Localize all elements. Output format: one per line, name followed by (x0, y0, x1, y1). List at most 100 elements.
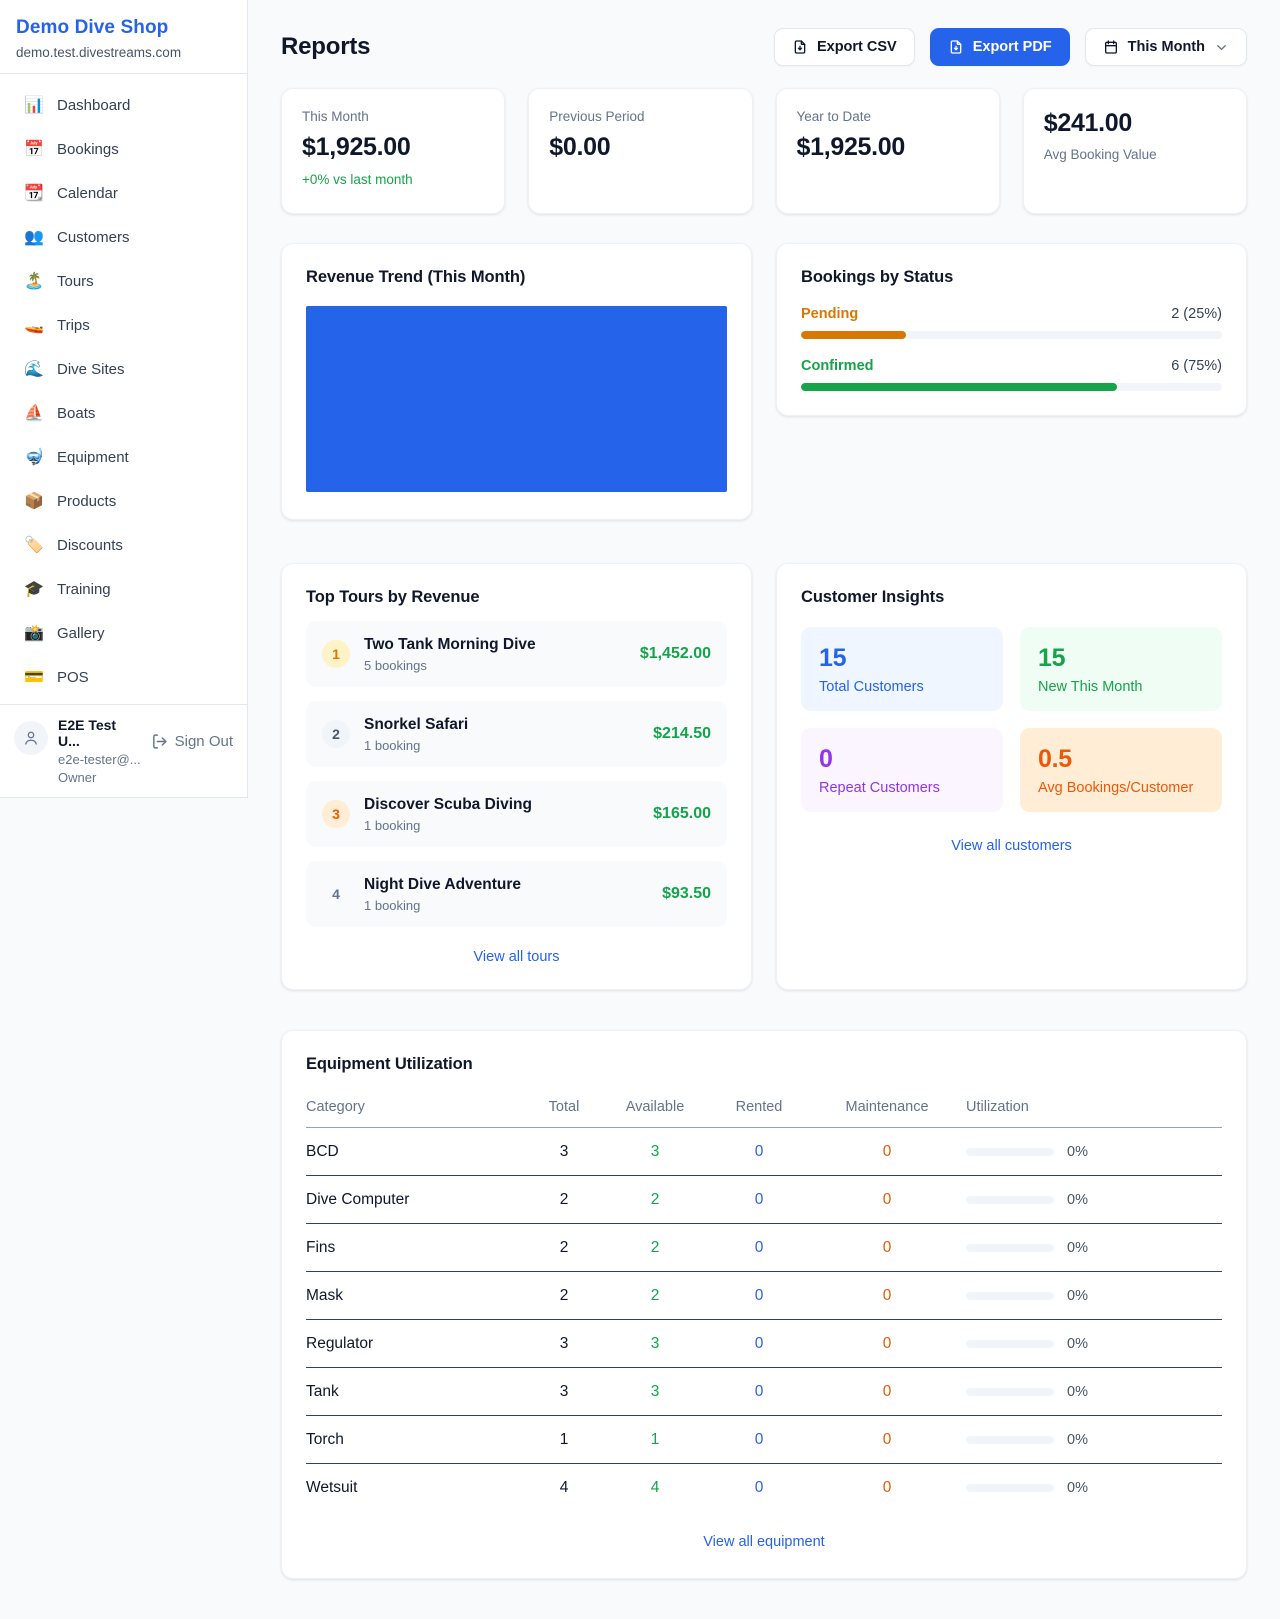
tour-item-night-dive-adventure: 4 Night Dive Adventure 1 booking $93.50 (306, 861, 727, 927)
utilization-bar-track (966, 1436, 1054, 1444)
equipment-maintenance: 0 (808, 1287, 966, 1305)
tour-bookings: 1 booking (364, 738, 639, 753)
sidebar-item-trips[interactable]: 🚤 Trips (12, 308, 235, 343)
equipment-utilization-card: Equipment Utilization Category Total Ava… (281, 1030, 1247, 1579)
rank-badge: 4 (322, 880, 350, 908)
tour-bookings: 1 booking (364, 898, 648, 913)
tear-off-calendar-icon: 📆 (24, 186, 44, 202)
speedboat-icon: 🚤 (24, 318, 44, 334)
sidebar-item-training[interactable]: 🎓 Training (12, 572, 235, 607)
equipment-row-mask: Mask 2 2 0 0 0% (306, 1272, 1222, 1320)
insight-box-repeat-customers: 0 Repeat Customers (801, 728, 1003, 812)
header-actions: Export CSV Export PDF (774, 28, 1247, 66)
utilization-bar-track (966, 1484, 1054, 1492)
calendar-date-icon: 📅 (24, 142, 44, 158)
sidebar-item-discounts[interactable]: 🏷️ Discounts (12, 528, 235, 563)
stat-value: $1,925.00 (797, 133, 979, 162)
bookings-by-status-card: Bookings by Status Pending 2 (25%) (776, 243, 1247, 416)
stat-card-this-month: This Month $1,925.00 +0% vs last month (281, 88, 505, 214)
equipment-rented: 0 (710, 1383, 808, 1401)
equipment-maintenance: 0 (808, 1479, 966, 1497)
equipment-utilization-cell: 0% (966, 1144, 1222, 1160)
file-download-icon (792, 39, 808, 55)
stat-label: Previous Period (549, 109, 731, 124)
package-icon: 📦 (24, 494, 44, 510)
brand-name: Demo Dive Shop (16, 17, 231, 39)
status-head: Confirmed 6 (75%) (801, 358, 1222, 374)
equipment-available: 3 (600, 1383, 710, 1401)
utilization-bar-track (966, 1292, 1054, 1300)
equipment-row-wetsuit: Wetsuit 4 4 0 0 0% (306, 1464, 1222, 1512)
col-utilization: Utilization (966, 1099, 1222, 1115)
col-category: Category (306, 1099, 528, 1115)
export-csv-button[interactable]: Export CSV (774, 28, 915, 66)
revenue-trend-title: Revenue Trend (This Month) (306, 268, 727, 287)
equipment-maintenance: 0 (808, 1239, 966, 1257)
sidebar-item-boats[interactable]: ⛵ Boats (12, 396, 235, 431)
insight-label: Total Customers (819, 679, 985, 695)
sign-out-button[interactable]: Sign Out (151, 733, 233, 750)
status-bar-fill (801, 331, 906, 339)
page-header: Reports Export CSV E (281, 28, 1247, 66)
export-pdf-button[interactable]: Export PDF (930, 28, 1070, 66)
sidebar-item-bookings[interactable]: 📅 Bookings (12, 132, 235, 167)
sidebar-item-tours[interactable]: 🏝️ Tours (12, 264, 235, 299)
equipment-available: 2 (600, 1191, 710, 1209)
utilization-bar-track (966, 1340, 1054, 1348)
rank-badge: 2 (322, 720, 350, 748)
stat-label: Avg Booking Value (1044, 147, 1226, 162)
equipment-utilization-cell: 0% (966, 1480, 1222, 1496)
view-all-tours-link[interactable]: View all tours (306, 949, 727, 965)
customer-insights-card: Customer Insights 15 Total Customers 15 … (776, 563, 1247, 990)
status-row-pending: Pending 2 (25%) (801, 306, 1222, 339)
status-label: Pending (801, 306, 858, 322)
people-icon: 👥 (24, 230, 44, 246)
sidebar-item-pos[interactable]: 💳 POS (12, 660, 235, 695)
equipment-row-dive-computer: Dive Computer 2 2 0 0 0% (306, 1176, 1222, 1224)
utilization-bar-track (966, 1196, 1054, 1204)
sidebar-item-calendar[interactable]: 📆 Calendar (12, 176, 235, 211)
insight-box-total-customers: 15 Total Customers (801, 627, 1003, 711)
user-box: E2E Test U... e2e-tester@... Owner Sign … (0, 704, 247, 797)
sidebar-item-gallery[interactable]: 📸 Gallery (12, 616, 235, 651)
insight-label: Avg Bookings/Customer (1038, 780, 1204, 796)
sidebar-nav: 📊 Dashboard 📅 Bookings 📆 Calendar 👥 Cust… (0, 74, 247, 704)
insight-value: 0.5 (1038, 745, 1204, 774)
equipment-utilization-cell: 0% (966, 1336, 1222, 1352)
nav-item-label: Dive Sites (57, 361, 125, 378)
equipment-category: Dive Computer (306, 1191, 528, 1209)
nav-item-label: Equipment (57, 449, 129, 466)
page-title: Reports (281, 33, 370, 61)
brand-domain: demo.test.divestreams.com (16, 45, 231, 60)
sidebar-item-products[interactable]: 📦 Products (12, 484, 235, 519)
view-all-equipment-link[interactable]: View all equipment (306, 1534, 1222, 1550)
equipment-utilization-cell: 0% (966, 1384, 1222, 1400)
stat-value: $1,925.00 (302, 133, 484, 162)
top-tours-title: Top Tours by Revenue (306, 588, 727, 607)
chevron-down-icon (1214, 40, 1229, 55)
equipment-category: BCD (306, 1143, 528, 1161)
col-maintenance: Maintenance (808, 1099, 966, 1115)
equipment-maintenance: 0 (808, 1335, 966, 1353)
col-rented: Rented (710, 1099, 808, 1115)
equipment-row-fins: Fins 2 2 0 0 0% (306, 1224, 1222, 1272)
sidebar-item-dive-sites[interactable]: 🌊 Dive Sites (12, 352, 235, 387)
stat-card-previous-period: Previous Period $0.00 (528, 88, 752, 214)
view-all-customers-link[interactable]: View all customers (801, 838, 1222, 854)
row3: Top Tours by Revenue 1 Two Tank Morning … (281, 563, 1247, 990)
sidebar-item-equipment[interactable]: 🤿 Equipment (12, 440, 235, 475)
utilization-bar-track (966, 1388, 1054, 1396)
sailboat-icon: ⛵ (24, 406, 44, 422)
period-dropdown[interactable]: This Month (1085, 28, 1247, 66)
insight-label: Repeat Customers (819, 780, 985, 796)
utilization-percent: 0% (1067, 1288, 1088, 1304)
user-avatar-icon (14, 721, 48, 755)
sidebar-item-dashboard[interactable]: 📊 Dashboard (12, 88, 235, 123)
rank-badge: 1 (322, 640, 350, 668)
stat-card-year-to-date: Year to Date $1,925.00 (776, 88, 1000, 214)
main-content: Reports Export CSV E (248, 0, 1280, 1619)
equipment-available: 1 (600, 1431, 710, 1449)
customer-insights-title: Customer Insights (801, 588, 1222, 607)
sidebar-item-customers[interactable]: 👥 Customers (12, 220, 235, 255)
nav-item-label: Discounts (57, 537, 123, 554)
